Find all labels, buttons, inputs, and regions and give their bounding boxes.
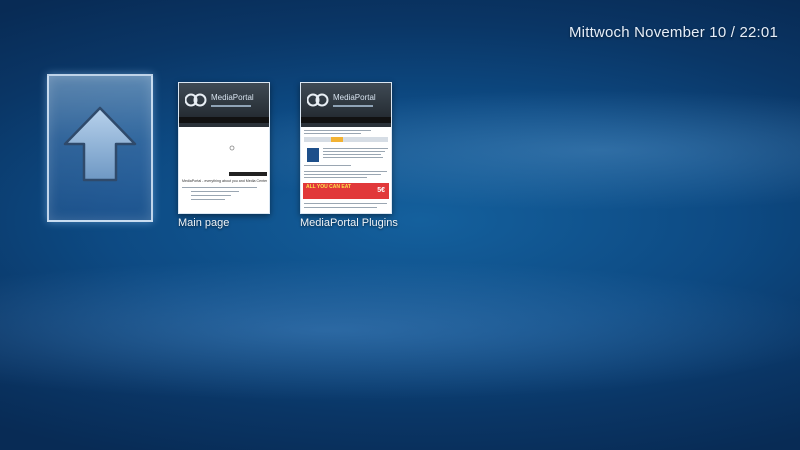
item-label-main-page[interactable]: Main page (178, 217, 229, 229)
clock-display: Mittwoch November 10 / 22:01 (568, 24, 778, 41)
thumb-title: MediaPortal - everything about you and M… (182, 179, 267, 183)
thumbnail-main-page[interactable]: MediaPortal MediaPortal - everything abo… (178, 82, 270, 214)
mediaportal-logo-icon (307, 93, 329, 107)
thumb-brand: MediaPortal (333, 93, 376, 102)
thumb-header: MediaPortal (179, 83, 269, 117)
thumb-body: ALL YOU CAN EAT 5€ (301, 127, 391, 213)
banner-price: 5€ (377, 187, 385, 194)
mediaportal-logo-icon (185, 93, 207, 107)
banner-text: ALL YOU CAN EAT (306, 184, 352, 190)
parent-folder-tile[interactable] (47, 74, 153, 222)
thumb-header: MediaPortal (301, 83, 391, 117)
thumbnail-mediaportal-plugins[interactable]: MediaPortal ALL YOU CAN EAT 5€ (300, 82, 392, 214)
thumb-body: MediaPortal - everything about you and M… (179, 127, 269, 213)
thumb-brand: MediaPortal (211, 93, 254, 102)
loading-spinner-icon (229, 145, 235, 151)
thumb-ad-banner: ALL YOU CAN EAT 5€ (303, 183, 389, 199)
item-label-mediaportal-plugins[interactable]: MediaPortal Plugins (300, 217, 398, 229)
arrow-up-icon (63, 106, 137, 182)
